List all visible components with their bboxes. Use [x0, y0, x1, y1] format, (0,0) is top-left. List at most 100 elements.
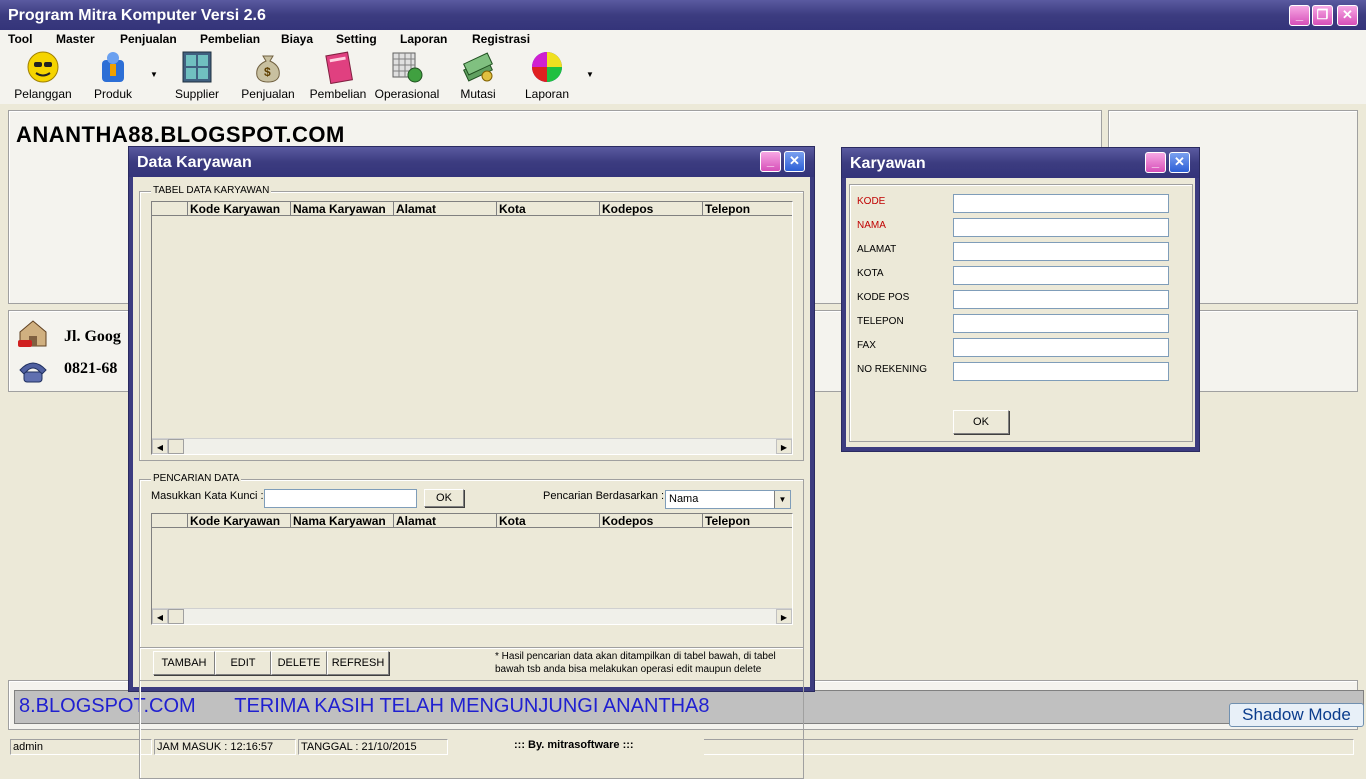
- shadow-mode-button[interactable]: Shadow Mode: [1229, 703, 1364, 727]
- result-scroll-right-icon[interactable]: ▶: [776, 609, 792, 624]
- result-column-header-kodepos[interactable]: Kodepos: [600, 514, 703, 528]
- search-result-table-header: Kode Karyawan Nama Karyawan Alamat Kota …: [152, 514, 792, 528]
- toolbar-supplier-button[interactable]: Supplier: [162, 50, 232, 102]
- column-header-telepon[interactable]: Telepon: [703, 202, 793, 216]
- produk-dropdown-arrow-icon[interactable]: ▼: [150, 70, 158, 79]
- result-scroll-left-icon[interactable]: ◀: [152, 609, 168, 624]
- data-karyawan-close-button[interactable]: ✕: [784, 151, 805, 172]
- menu-tool[interactable]: Tool: [8, 32, 32, 46]
- phone-text: 0821-68: [64, 360, 118, 377]
- toolbar-pelanggan-button[interactable]: Pelanggan: [8, 50, 78, 102]
- result-column-header-kota[interactable]: Kota: [497, 514, 600, 528]
- note-line-1: * Hasil pencarian data akan ditampilkan …: [495, 651, 776, 662]
- toolbar: Pelanggan Produk ▼ Supplier $ Penjualan …: [0, 48, 1366, 104]
- result-column-header-kode[interactable]: Kode Karyawan: [188, 514, 291, 528]
- pencarian-data-label: PENCARIAN DATA: [151, 473, 242, 484]
- chevron-down-icon[interactable]: ▼: [774, 491, 790, 508]
- house-car-icon: [16, 318, 50, 350]
- field-fax-input[interactable]: [953, 338, 1169, 357]
- karyawan-form-window: Karyawan _ ✕ KODE NAMA ALAMAT KOTA KODE …: [841, 147, 1200, 452]
- toolbar-laporan-label: Laporan: [524, 87, 570, 101]
- refresh-button[interactable]: REFRESH: [327, 651, 389, 675]
- toolbar-mutasi-button[interactable]: Mutasi: [443, 50, 513, 102]
- brand-title: ANANTHA88.BLOGSPOT.COM: [16, 122, 345, 147]
- search-by-label: Pencarian Berdasarkan :: [543, 490, 665, 502]
- field-nama-input[interactable]: [953, 218, 1169, 237]
- field-norekening-input[interactable]: [953, 362, 1169, 381]
- delete-button[interactable]: DELETE: [271, 651, 327, 675]
- minimize-button[interactable]: _: [1289, 5, 1310, 26]
- supplier-window-icon: [180, 50, 214, 84]
- toolbar-pembelian-button[interactable]: Pembelian: [303, 50, 373, 102]
- field-kota-input[interactable]: [953, 266, 1169, 285]
- result-column-header-nama[interactable]: Nama Karyawan: [291, 514, 394, 528]
- scroll-thumb[interactable]: [168, 439, 184, 454]
- scroll-left-icon[interactable]: ◀: [152, 439, 168, 454]
- field-telepon-label: TELEPON: [857, 316, 904, 327]
- search-by-value: Nama: [669, 493, 699, 505]
- karyawan-table[interactable]: Kode Karyawan Nama Karyawan Alamat Kota …: [151, 201, 793, 455]
- menu-penjualan[interactable]: Penjualan: [120, 32, 177, 46]
- result-column-header-alamat[interactable]: Alamat: [394, 514, 497, 528]
- search-result-hscrollbar[interactable]: ◀ ▶: [152, 608, 792, 624]
- menu-bar: Tool Master Penjualan Pembelian Biaya Se…: [0, 30, 1366, 48]
- field-kode-input[interactable]: [953, 194, 1169, 213]
- pie-chart-icon: [530, 50, 564, 84]
- karyawan-form-close-button[interactable]: ✕: [1169, 152, 1190, 173]
- search-by-select[interactable]: Nama ▼: [665, 490, 791, 509]
- tambah-button[interactable]: TAMBAH: [153, 651, 215, 675]
- menu-laporan[interactable]: Laporan: [400, 32, 447, 46]
- status-user: admin: [10, 739, 152, 755]
- karyawan-table-header: Kode Karyawan Nama Karyawan Alamat Kota …: [152, 202, 792, 216]
- field-kodepos-label: KODE POS: [857, 292, 910, 303]
- toolbar-produk-button[interactable]: Produk: [78, 50, 148, 102]
- close-button[interactable]: ✕: [1337, 5, 1358, 26]
- field-telepon-input[interactable]: [953, 314, 1169, 333]
- column-header-kota[interactable]: Kota: [497, 202, 600, 216]
- edit-button[interactable]: EDIT: [215, 651, 271, 675]
- column-header-kode[interactable]: Kode Karyawan: [188, 202, 291, 216]
- toolbar-operasional-button[interactable]: Operasional: [372, 50, 442, 102]
- data-karyawan-minimize-button[interactable]: _: [760, 151, 781, 172]
- menu-biaya[interactable]: Biaya: [281, 32, 313, 46]
- laporan-dropdown-arrow-icon[interactable]: ▼: [586, 70, 594, 79]
- data-karyawan-title-bar: Data Karyawan _ ✕: [129, 147, 814, 177]
- toolbar-laporan-button[interactable]: Laporan: [512, 50, 582, 102]
- result-column-header-telepon[interactable]: Telepon: [703, 514, 793, 528]
- field-kodepos-input[interactable]: [953, 290, 1169, 309]
- form-ok-button[interactable]: OK: [953, 410, 1009, 434]
- column-header-alamat[interactable]: Alamat: [394, 202, 497, 216]
- data-karyawan-body: TABEL DATA KARYAWAN Kode Karyawan Nama K…: [133, 177, 810, 779]
- karyawan-form-body: KODE NAMA ALAMAT KOTA KODE POS TELEPON F…: [846, 178, 1195, 447]
- search-result-table[interactable]: Kode Karyawan Nama Karyawan Alamat Kota …: [151, 513, 793, 625]
- result-column-header-indicator: [152, 514, 188, 528]
- field-alamat-input[interactable]: [953, 242, 1169, 261]
- column-header-nama[interactable]: Nama Karyawan: [291, 202, 394, 216]
- toolbar-penjualan-button[interactable]: $ Penjualan: [233, 50, 303, 102]
- money-bag-icon: $: [251, 50, 285, 84]
- menu-pembelian[interactable]: Pembelian: [200, 32, 260, 46]
- toolbar-pembelian-label: Pembelian: [309, 87, 367, 101]
- result-scroll-thumb[interactable]: [168, 609, 184, 624]
- field-alamat-label: ALAMAT: [857, 244, 897, 255]
- data-karyawan-title: Data Karyawan: [137, 154, 252, 171]
- app-title: Program Mitra Komputer Versi 2.6: [8, 7, 266, 24]
- scroll-right-icon[interactable]: ▶: [776, 439, 792, 454]
- keyword-input[interactable]: [264, 489, 417, 508]
- calculator-globe-icon: [390, 50, 424, 84]
- menu-setting[interactable]: Setting: [336, 32, 377, 46]
- column-header-indicator: [152, 202, 188, 216]
- menu-master[interactable]: Master: [56, 32, 95, 46]
- notebook-icon: [321, 50, 355, 85]
- produk-person-icon: [96, 50, 130, 84]
- search-ok-button[interactable]: OK: [424, 489, 464, 507]
- svg-text:$: $: [264, 65, 271, 79]
- data-karyawan-window: Data Karyawan _ ✕ TABEL DATA KARYAWAN Ko…: [128, 146, 815, 779]
- menu-registrasi[interactable]: Registrasi: [472, 32, 530, 46]
- karyawan-form-minimize-button[interactable]: _: [1145, 152, 1166, 173]
- karyawan-table-hscrollbar[interactable]: ◀ ▶: [152, 438, 792, 454]
- column-header-kodepos[interactable]: Kodepos: [600, 202, 703, 216]
- toolbar-operasional-label: Operasional: [374, 87, 440, 101]
- karyawan-form-title-bar: Karyawan _ ✕: [842, 148, 1199, 178]
- restore-button[interactable]: ❐: [1312, 5, 1333, 26]
